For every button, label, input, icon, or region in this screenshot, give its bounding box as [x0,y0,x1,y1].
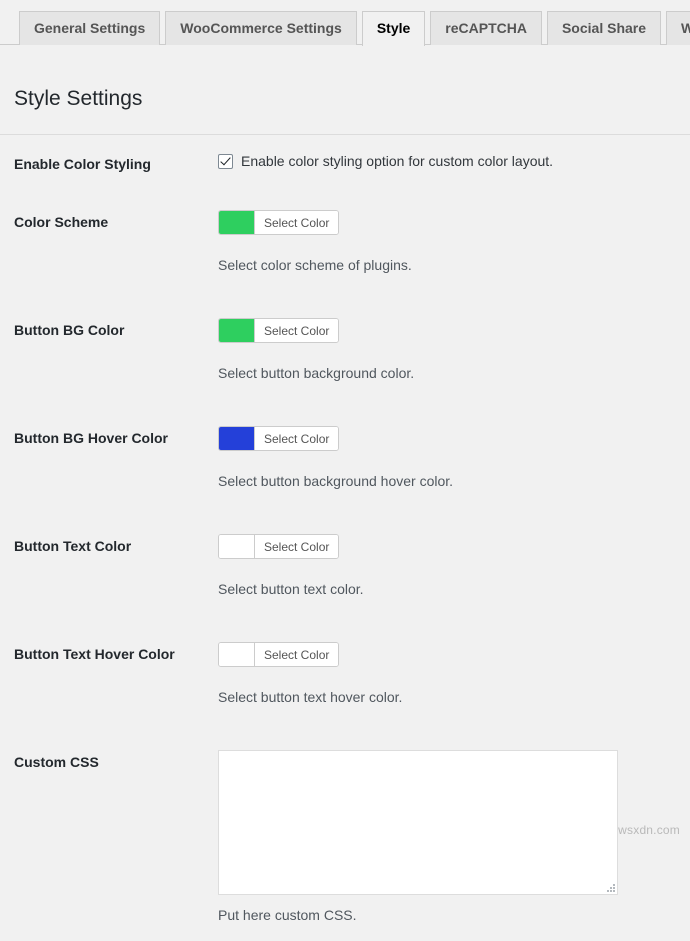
field-label-enable-color-styling: Enable Color Styling [0,135,218,193]
field-description-color-scheme: Select color scheme of plugins. [218,255,680,276]
table-row: Color Scheme Select Color Select color s… [0,193,690,291]
field-control-button-text-hover-color: Select Color Select button text hover co… [218,615,690,723]
field-label-button-bg-color: Button BG Color [0,291,218,399]
field-description-custom-css: Put here custom CSS. [218,905,680,926]
field-label-custom-css: Custom CSS [0,723,218,941]
table-row: Button BG Color Select Color Select butt… [0,291,690,399]
table-row: Button Text Hover Color Select Color Sel… [0,615,690,723]
field-description-button-bg-hover-color: Select button background hover color. [218,471,680,492]
field-control-color-scheme: Select Color Select color scheme of plug… [218,193,690,291]
tab-social-share[interactable]: Social Share [547,11,661,45]
custom-css-textarea[interactable] [218,750,618,895]
table-row: Enable Color Styling Enable color stylin… [0,135,690,193]
color-swatch[interactable] [219,643,255,666]
button-bg-hover-color-picker-button[interactable]: Select Color [218,426,339,451]
field-description-button-text-hover-color: Select button text hover color. [218,687,680,708]
select-color-label: Select Color [255,535,338,558]
field-label-color-scheme: Color Scheme [0,193,218,291]
color-swatch[interactable] [219,319,255,342]
tab-general-settings[interactable]: General Settings [19,11,160,45]
color-scheme-picker-button[interactable]: Select Color [218,210,339,235]
select-color-label: Select Color [255,211,338,234]
select-color-label: Select Color [255,427,338,450]
style-settings-form: Enable Color Styling Enable color stylin… [0,135,690,941]
field-label-button-bg-hover-color: Button BG Hover Color [0,399,218,507]
table-row: Button BG Hover Color Select Color Selec… [0,399,690,507]
table-row: Button Text Color Select Color Select bu… [0,507,690,615]
custom-css-textarea-wrapper [218,750,618,895]
enable-color-styling-checkbox-label: Enable color styling option for custom c… [241,152,553,170]
button-bg-color-picker-button[interactable]: Select Color [218,318,339,343]
button-text-hover-color-picker-button[interactable]: Select Color [218,642,339,667]
field-control-button-bg-hover-color: Select Color Select button background ho… [218,399,690,507]
field-control-button-bg-color: Select Color Select button background co… [218,291,690,399]
tab-style[interactable]: Style [362,11,425,46]
field-control-enable-color-styling: Enable color styling option for custom c… [218,135,690,193]
color-swatch[interactable] [219,535,255,558]
checkbox-icon[interactable] [218,154,233,169]
select-color-label: Select Color [255,319,338,342]
tab-recaptcha[interactable]: reCAPTCHA [430,11,542,45]
page-title: Style Settings [0,45,690,113]
field-description-button-bg-color: Select button background color. [218,363,680,384]
button-text-color-picker-button[interactable]: Select Color [218,534,339,559]
color-swatch[interactable] [219,427,255,450]
tab-wallet[interactable]: Wallet [666,11,690,45]
settings-tab-bar: General Settings WooCommerce Settings St… [0,0,690,45]
field-label-button-text-hover-color: Button Text Hover Color [0,615,218,723]
table-row: Custom CSS Put here custom CSS. [0,723,690,941]
tab-woocommerce-settings[interactable]: WooCommerce Settings [165,11,357,45]
enable-color-styling-checkbox-row[interactable]: Enable color styling option for custom c… [218,152,680,170]
select-color-label: Select Color [255,643,338,666]
field-control-button-text-color: Select Color Select button text color. [218,507,690,615]
field-label-button-text-color: Button Text Color [0,507,218,615]
field-description-button-text-color: Select button text color. [218,579,680,600]
watermark: wsxdn.com [618,823,680,837]
color-swatch[interactable] [219,211,255,234]
